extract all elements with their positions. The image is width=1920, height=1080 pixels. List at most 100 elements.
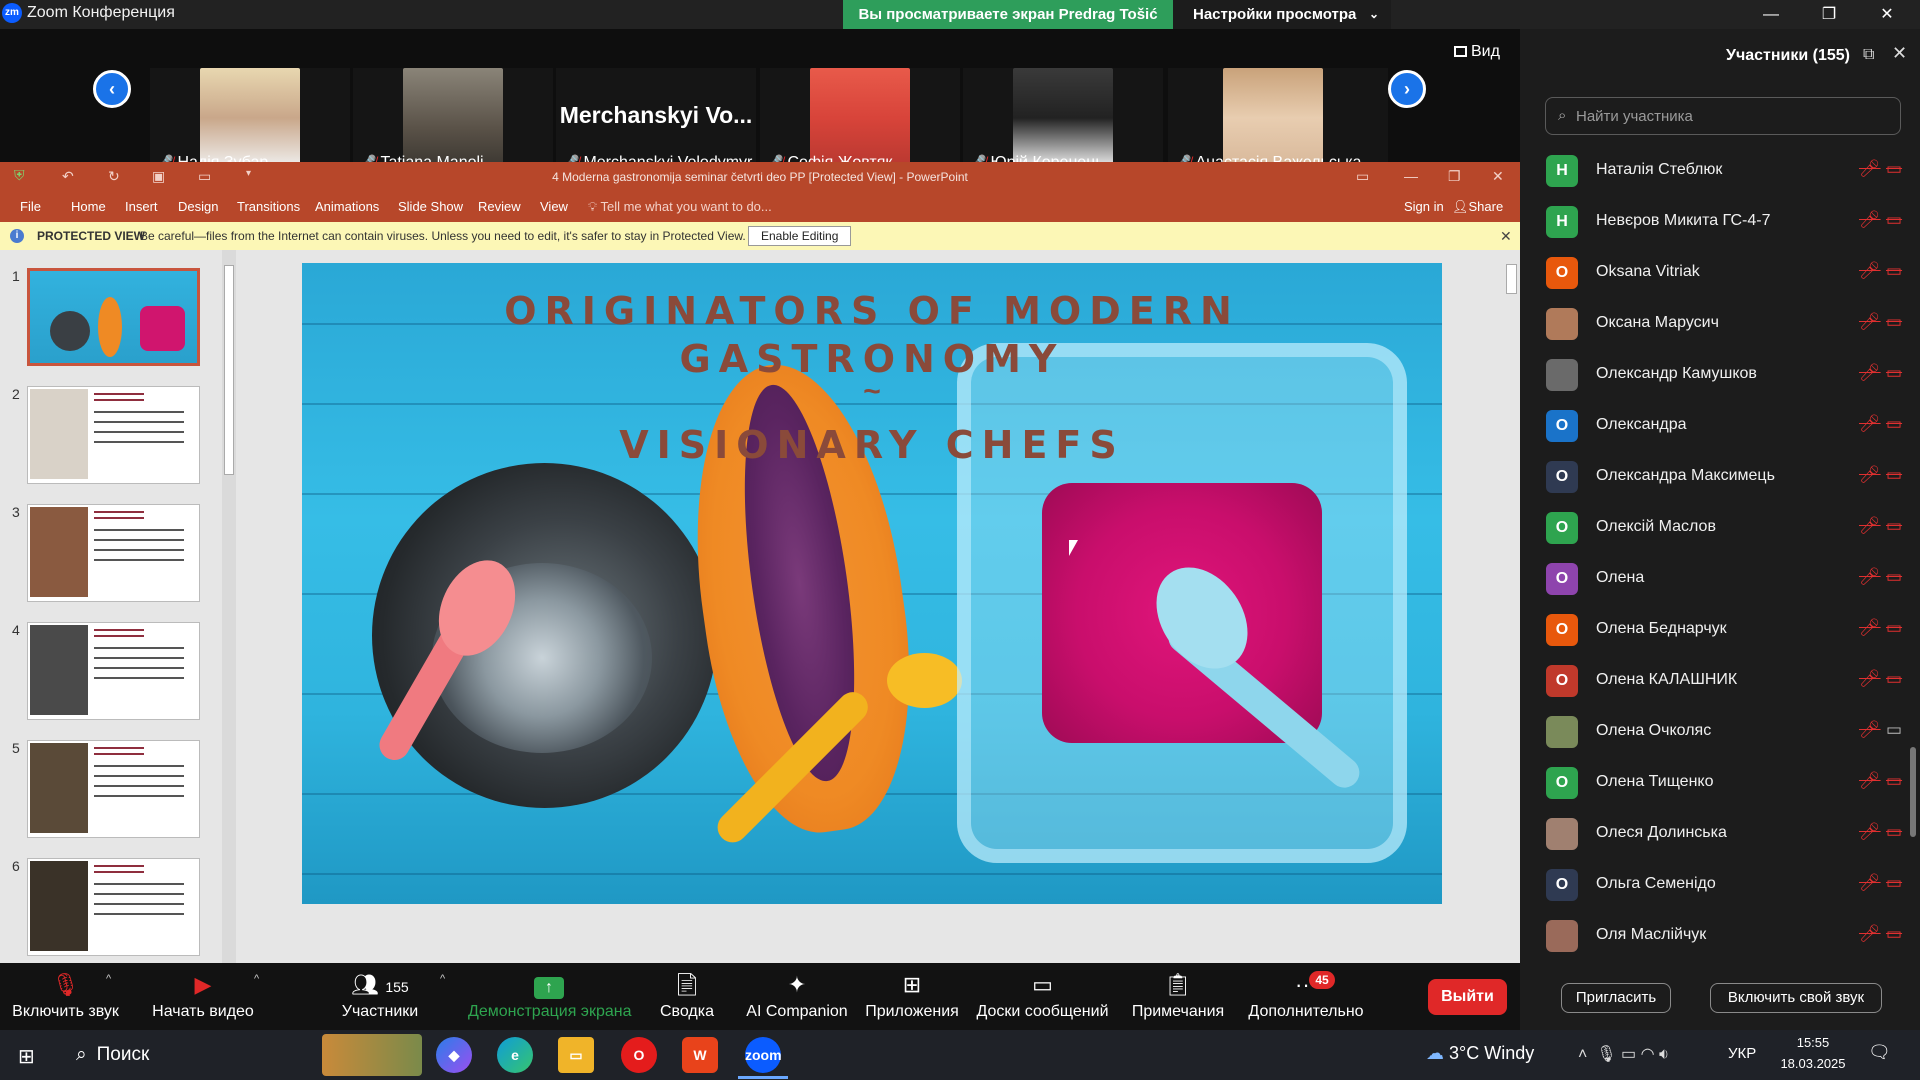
search-input[interactable] (1576, 104, 1886, 128)
participant-row[interactable]: О Олена Беднарчук 🎤︎ ▭ (1546, 604, 1902, 655)
enable-editing-button[interactable]: Enable Editing (748, 226, 852, 246)
close-button[interactable]: ✕ (1864, 0, 1910, 29)
video-off-icon[interactable]: ▭ (1886, 618, 1902, 638)
more-button[interactable]: ··· Дополнительно (1246, 963, 1366, 1030)
muted-mic-icon[interactable]: 🎤︎ (1859, 669, 1881, 689)
tab-animations[interactable]: Animations (315, 192, 379, 222)
view-settings-button[interactable]: Настройки просмотра ⌄ (1173, 0, 1391, 29)
clock-time[interactable]: 15:55 (1778, 1035, 1848, 1050)
muted-mic-icon[interactable]: 🎤︎ (1859, 159, 1881, 179)
muted-mic-icon[interactable]: 🎤︎ (1859, 720, 1881, 740)
leave-button[interactable]: Выйти (1428, 979, 1507, 1015)
video-off-icon[interactable]: ▭ (1886, 465, 1902, 485)
video-off-icon[interactable]: ▭ (1886, 516, 1902, 536)
language-indicator[interactable]: УКР (1728, 1045, 1756, 1062)
whiteboards-button[interactable]: ▭ Доски сообщений (975, 963, 1110, 1030)
scrollbar-thumb[interactable] (224, 265, 234, 475)
zoom-taskbar-icon[interactable]: zoom (745, 1037, 782, 1073)
video-off-icon[interactable]: ▭ (1886, 822, 1902, 842)
muted-mic-icon[interactable]: 🎤︎ (1859, 924, 1881, 944)
taskbar-search[interactable]: ⌕ Поиск (58, 1036, 318, 1074)
tab-review[interactable]: Review (478, 192, 521, 222)
muted-mic-icon[interactable]: 🎤︎ (1859, 312, 1881, 332)
tell-me-box[interactable]: 💡︎ Tell me what you want to do... (588, 192, 772, 222)
video-off-icon[interactable]: ▭ (1886, 669, 1902, 689)
tab-transitions[interactable]: Transitions (237, 192, 300, 222)
slide-scrollbar[interactable] (1504, 250, 1518, 963)
muted-mic-icon[interactable]: 🎤︎ (1859, 618, 1881, 638)
shared-screen[interactable]: ⛨ ↶ ↻ ▣ ▭ ▾ 4 Moderna gastronomija semin… (0, 162, 1520, 963)
participants-chevron-icon[interactable]: ^ (440, 973, 445, 985)
slide-thumbnail[interactable] (27, 268, 200, 366)
video-off-icon[interactable]: ▭ (1886, 312, 1902, 332)
muted-mic-icon[interactable]: 🎤︎ (1859, 567, 1881, 587)
participant-row[interactable]: О Олена 🎤︎ ▭ (1546, 553, 1902, 604)
tab-file[interactable]: File (20, 192, 41, 222)
video-off-icon[interactable]: ▭ (1886, 924, 1902, 944)
slide-thumbnail[interactable] (27, 504, 200, 602)
thumbnails-scrollbar[interactable] (222, 250, 236, 963)
participant-row[interactable]: Олександр Камушков 🎤︎ ▭ (1546, 349, 1902, 400)
notifications-icon[interactable]: 🗨︎ (1868, 1042, 1891, 1063)
widget-thumbnail[interactable] (322, 1034, 422, 1076)
video-off-icon[interactable]: ▭ (1886, 771, 1902, 791)
muted-mic-icon[interactable]: 🎤︎ (1859, 261, 1881, 281)
opera-icon[interactable]: O (621, 1037, 657, 1073)
muted-mic-icon[interactable]: 🎤︎ (1859, 516, 1881, 536)
participants-button[interactable]: 👥︎ 155 Участники (330, 963, 430, 1030)
wps-office-icon[interactable]: W (682, 1037, 718, 1073)
scrollbar-thumb[interactable] (1910, 747, 1916, 837)
participants-scrollbar[interactable] (1910, 145, 1916, 955)
video-tile[interactable]: 🎤̸Юрій Коренець (963, 68, 1163, 176)
weather-widget[interactable]: ☁︎ 3°C Windy (1426, 1043, 1534, 1064)
participant-row[interactable]: О Олександра 🎤︎ ▭ (1546, 400, 1902, 451)
view-button[interactable]: Вид (1454, 43, 1500, 61)
participant-row[interactable]: Н Наталія Стеблюк 🎤︎ ▭ (1546, 145, 1902, 196)
summary-button[interactable]: 📄︎ Сводка (652, 963, 722, 1030)
sign-in-link[interactable]: Sign in (1404, 192, 1444, 222)
participant-row[interactable]: Оля Маслійчук 🎤︎ ▭ (1546, 910, 1902, 955)
prev-page-arrow-icon[interactable]: ‹ (93, 70, 131, 108)
video-tile[interactable]: 🎤̸Софія Жовтяк (760, 68, 960, 176)
video-off-icon[interactable]: ▭ (1886, 159, 1902, 179)
muted-mic-icon[interactable]: 🎤︎ (1859, 363, 1881, 383)
participant-row[interactable]: O Oksana Vitriak 🎤︎ ▭ (1546, 247, 1902, 298)
participant-row[interactable]: О Ольга Семенідо 🎤︎ ▭ (1546, 859, 1902, 910)
video-on-icon[interactable]: ▭ (1886, 720, 1902, 740)
audio-options-chevron-icon[interactable]: ^ (106, 973, 111, 985)
close-icon[interactable]: ✕ (1892, 43, 1907, 64)
apps-button[interactable]: ⊞ Приложения (862, 963, 962, 1030)
pop-out-icon[interactable]: ⧉ (1863, 46, 1874, 64)
invite-button[interactable]: Пригласить (1561, 983, 1671, 1013)
muted-mic-icon[interactable]: 🎤︎ (1859, 465, 1881, 485)
ai-companion-button[interactable]: ✦ AI Companion (742, 963, 852, 1030)
scrollbar-thumb[interactable] (1506, 264, 1517, 294)
video-off-icon[interactable]: ▭ (1886, 261, 1902, 281)
close-icon[interactable]: ✕ (1500, 222, 1512, 250)
tab-design[interactable]: Design (178, 192, 218, 222)
participant-row[interactable]: Н Невєров Микита ГС-4-7 🎤︎ ▭ (1546, 196, 1902, 247)
share-screen-button[interactable]: ↑ Демонстрация экрана (468, 963, 632, 1030)
slide-thumbnail[interactable] (27, 740, 200, 838)
muted-mic-icon[interactable]: 🎤︎ (1859, 822, 1881, 842)
participant-search[interactable]: ⌕ (1545, 97, 1901, 135)
video-tile[interactable]: 🎤̸Надія Зубар (150, 68, 350, 176)
tab-home[interactable]: Home (71, 192, 106, 222)
video-tile[interactable]: 🎤̸Анастасія Важельська (1168, 68, 1388, 176)
slide-thumbnail[interactable] (27, 622, 200, 720)
video-options-chevron-icon[interactable]: ^ (254, 973, 259, 985)
tab-slide-show[interactable]: Slide Show (398, 192, 463, 222)
notes-button[interactable]: 📋︎ Примечания (1128, 963, 1228, 1030)
participant-row[interactable]: О Олена Тищенко 🎤︎ ▭ (1546, 757, 1902, 808)
video-off-icon[interactable]: ▭ (1886, 414, 1902, 434)
slide-thumbnail[interactable] (27, 386, 200, 484)
muted-mic-icon[interactable]: 🎤︎ (1859, 414, 1881, 434)
video-off-icon[interactable]: ▭ (1886, 873, 1902, 893)
participant-row[interactable]: Олена Очколяс 🎤︎ ▭ (1546, 706, 1902, 757)
participant-row[interactable]: О Олександра Максимець 🎤︎ ▭ (1546, 451, 1902, 502)
share-button[interactable]: 👤︎Share (1452, 192, 1503, 222)
next-page-arrow-icon[interactable]: › (1388, 70, 1426, 108)
system-tray[interactable]: ˄ 🎙︎ ▭ ◠ 🔉︎ (1578, 1044, 1669, 1064)
copilot-icon[interactable]: ◆ (436, 1037, 472, 1073)
windows-start-icon[interactable]: ⊞ (18, 1044, 35, 1069)
